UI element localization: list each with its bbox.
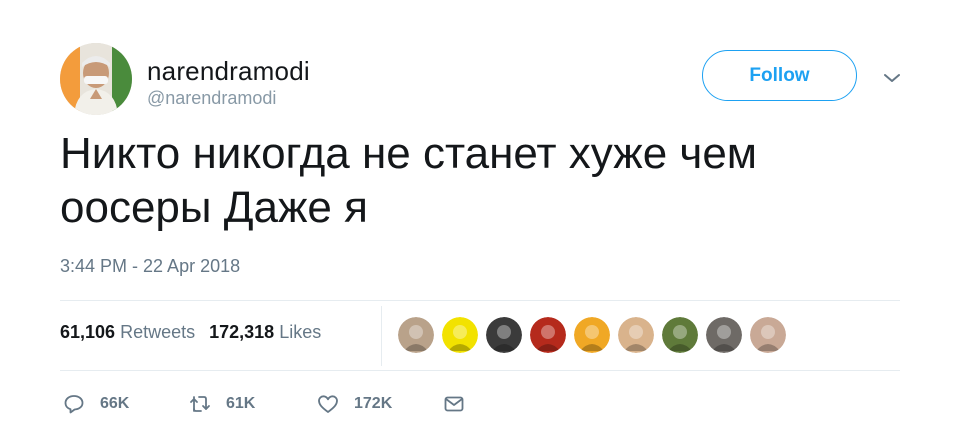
avatar[interactable]	[60, 43, 132, 115]
liker-avatar-3[interactable]	[486, 317, 522, 353]
retweet-count: 61K	[226, 395, 256, 412]
liker-avatar-6[interactable]	[618, 317, 654, 353]
liker-avatar-1[interactable]	[398, 317, 434, 353]
likes-stat[interactable]: 172,318 Likes	[209, 322, 321, 342]
liker-avatar-8[interactable]	[706, 317, 742, 353]
direct-message-button[interactable]	[442, 390, 480, 418]
divider	[60, 300, 900, 301]
likes-count: 172,318	[209, 322, 275, 342]
retweet-button[interactable]: 61K	[188, 390, 255, 418]
liker-avatar-5[interactable]	[574, 317, 610, 353]
divider	[60, 370, 900, 371]
heart-icon	[318, 395, 338, 413]
likes-label: Likes	[279, 322, 322, 342]
reply-count: 66K	[100, 395, 130, 412]
user-handle[interactable]: @narendramodi	[147, 88, 276, 109]
engagement-stats: 61,106 Retweets 172,318 Likes	[60, 322, 321, 343]
chevron-down-icon[interactable]	[880, 66, 904, 90]
reply-icon	[64, 395, 84, 414]
liker-avatar-4[interactable]	[530, 317, 566, 353]
tweet-timestamp[interactable]: 3:44 PM - 22 Apr 2018	[60, 256, 240, 277]
like-button[interactable]: 172K	[316, 390, 392, 418]
retweet-icon	[190, 396, 210, 412]
retweets-count: 61,106	[60, 322, 116, 342]
like-count: 172K	[354, 395, 393, 412]
user-avatar-photo-icon	[60, 43, 132, 115]
stats-separator	[381, 306, 382, 366]
retweets-label: Retweets	[120, 322, 196, 342]
liker-avatar-7[interactable]	[662, 317, 698, 353]
tweet-text: Никто никогда не станет хуже чем оосеры …	[60, 129, 758, 232]
liker-avatar-9[interactable]	[750, 317, 786, 353]
reply-button[interactable]: 66K	[62, 390, 129, 418]
liker-avatar-2[interactable]	[442, 317, 478, 353]
display-name[interactable]: narendramodi	[147, 56, 310, 87]
retweets-stat[interactable]: 61,106 Retweets	[60, 322, 195, 342]
envelope-icon	[444, 396, 464, 412]
follow-button[interactable]: Follow	[702, 50, 857, 101]
